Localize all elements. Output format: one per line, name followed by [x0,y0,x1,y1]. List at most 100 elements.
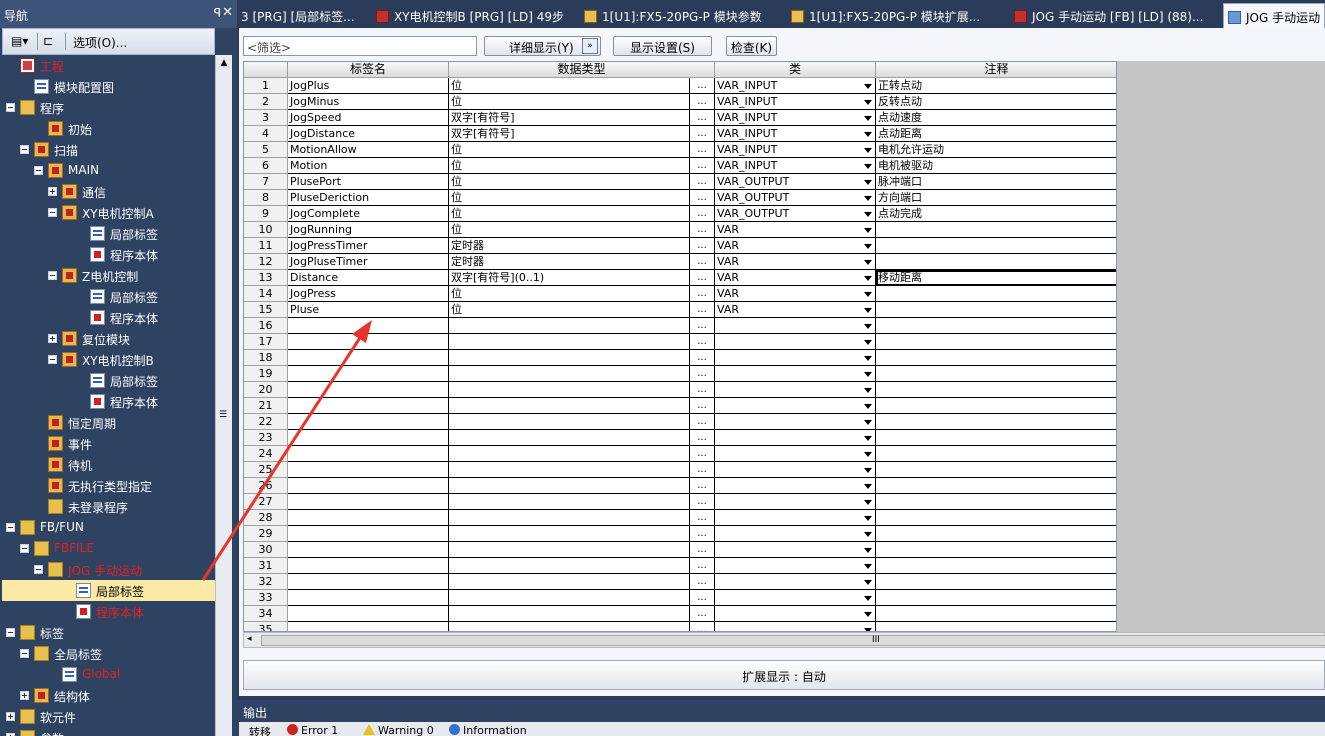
label-name-cell[interactable] [288,622,449,631]
tree-item[interactable]: 标签 [2,622,215,643]
row-number[interactable]: 18 [244,350,288,366]
scroll-thumb[interactable]: III [261,635,1325,646]
data-type-cell[interactable]: 定时器 [449,238,690,254]
column-header[interactable]: 标签名 [288,62,449,78]
comment-cell[interactable] [876,334,1116,350]
comment-cell[interactable] [876,510,1116,526]
dropdown-arrow-icon[interactable] [864,548,872,553]
class-cell[interactable]: VAR [715,270,876,286]
tab-5[interactable]: JOG 手动运动 [1223,3,1325,28]
comment-cell[interactable] [876,622,1116,631]
table-row[interactable]: 33... [244,590,1116,606]
output-tab-error[interactable]: Error 1 [287,724,338,736]
scroll-left-icon[interactable]: ◂ [247,634,252,644]
class-cell[interactable] [715,478,876,494]
output-tab-warning[interactable]: Warning 0 [363,724,434,736]
type-browse-button[interactable]: ... [690,366,715,382]
tree-item[interactable]: JOG 手动运动 [2,559,215,580]
type-browse-button[interactable]: ... [690,430,715,446]
row-number[interactable]: 21 [244,398,288,414]
tab-0[interactable]: 3 [PRG] [局部标签... [237,3,363,28]
type-browse-button[interactable]: ... [690,414,715,430]
comment-cell[interactable] [876,286,1116,302]
type-browse-button[interactable]: ... [690,494,715,510]
dropdown-arrow-icon[interactable] [864,196,872,201]
table-row[interactable]: 7 PlusePort 位... VAR_OUTPUT 脉冲端口 [244,174,1116,190]
data-type-cell[interactable] [449,478,690,494]
tree-item[interactable]: 工程 [2,55,215,76]
collapse-icon[interactable]: ⊏ [43,34,53,48]
collapse-icon[interactable] [20,544,29,553]
row-number[interactable]: 26 [244,478,288,494]
comment-cell[interactable] [876,494,1116,510]
type-browse-button[interactable]: ... [690,462,715,478]
dropdown-arrow-icon[interactable] [864,612,872,617]
expand-icon[interactable] [48,334,57,343]
class-cell[interactable] [715,446,876,462]
type-browse-button[interactable]: ... [690,78,715,94]
table-row[interactable]: 3 JogSpeed 双字[有符号]... VAR_INPUT 点动速度 [244,110,1116,126]
tree-item[interactable]: 参数 [2,727,215,736]
label-name-cell[interactable]: PluseDeriction [288,190,449,206]
collapse-icon[interactable] [20,145,29,154]
dropdown-arrow-icon[interactable] [864,372,872,377]
label-name-cell[interactable]: JogRunning [288,222,449,238]
type-browse-button[interactable]: ... [690,126,715,142]
collapse-icon[interactable] [34,166,43,175]
row-number[interactable]: 8 [244,190,288,206]
tree-item[interactable]: 模块配置图 [2,76,215,97]
tree-item[interactable]: 复位模块 [2,328,215,349]
row-number[interactable]: 11 [244,238,288,254]
tree-item[interactable]: 无执行类型指定 [2,475,215,496]
collapse-icon[interactable] [6,523,15,532]
row-number[interactable]: 25 [244,462,288,478]
data-type-cell[interactable] [449,622,690,631]
type-browse-button[interactable]: ... [690,606,715,622]
label-name-cell[interactable] [288,494,449,510]
label-name-cell[interactable]: Distance [288,270,449,286]
tree-item[interactable]: 通信 [2,181,215,202]
type-browse-button[interactable]: ... [690,590,715,606]
row-number[interactable]: 7 [244,174,288,190]
row-number[interactable]: 19 [244,366,288,382]
dropdown-arrow-icon[interactable] [864,148,872,153]
comment-cell[interactable]: 点动速度 [876,110,1116,126]
tree-item[interactable]: 扫描 [2,139,215,160]
comment-cell[interactable] [876,446,1116,462]
tree-item[interactable]: 程序本体 [2,307,215,328]
dropdown-arrow-icon[interactable] [864,292,872,297]
row-number[interactable]: 27 [244,494,288,510]
table-row[interactable]: 18... [244,350,1116,366]
class-cell[interactable] [715,414,876,430]
row-number[interactable]: 17 [244,334,288,350]
data-type-cell[interactable] [449,318,690,334]
column-header[interactable]: 数据类型 [449,62,715,78]
dropdown-arrow-icon[interactable] [864,100,872,105]
type-browse-button[interactable]: ... [690,526,715,542]
type-browse-button[interactable]: ... [690,446,715,462]
class-cell[interactable]: VAR [715,286,876,302]
data-type-cell[interactable] [449,414,690,430]
comment-cell[interactable] [876,302,1116,318]
dropdown-arrow-icon[interactable] [864,132,872,137]
dropdown-arrow-icon[interactable] [864,116,872,121]
label-name-cell[interactable]: JogPress [288,286,449,302]
row-number[interactable]: 9 [244,206,288,222]
label-name-cell[interactable]: JogPressTimer [288,238,449,254]
data-type-cell[interactable] [449,542,690,558]
comment-cell[interactable] [876,478,1116,494]
type-browse-button[interactable]: ... [690,622,715,631]
collapse-icon[interactable] [6,103,15,112]
comment-cell[interactable]: 反转点动 [876,94,1116,110]
dropdown-arrow-icon[interactable] [864,308,872,313]
dropdown-arrow-icon[interactable] [864,164,872,169]
type-browse-button[interactable]: ... [690,238,715,254]
type-browse-button[interactable]: ... [690,270,715,286]
class-cell[interactable]: VAR_OUTPUT [715,190,876,206]
class-cell[interactable]: VAR_INPUT [715,126,876,142]
dropdown-arrow-icon[interactable] [864,596,872,601]
tree-item[interactable]: 局部标签 [2,286,215,307]
dropdown-arrow-icon[interactable] [864,212,872,217]
tree-item[interactable]: Z电机控制 [2,265,215,286]
comment-cell[interactable] [876,574,1116,590]
